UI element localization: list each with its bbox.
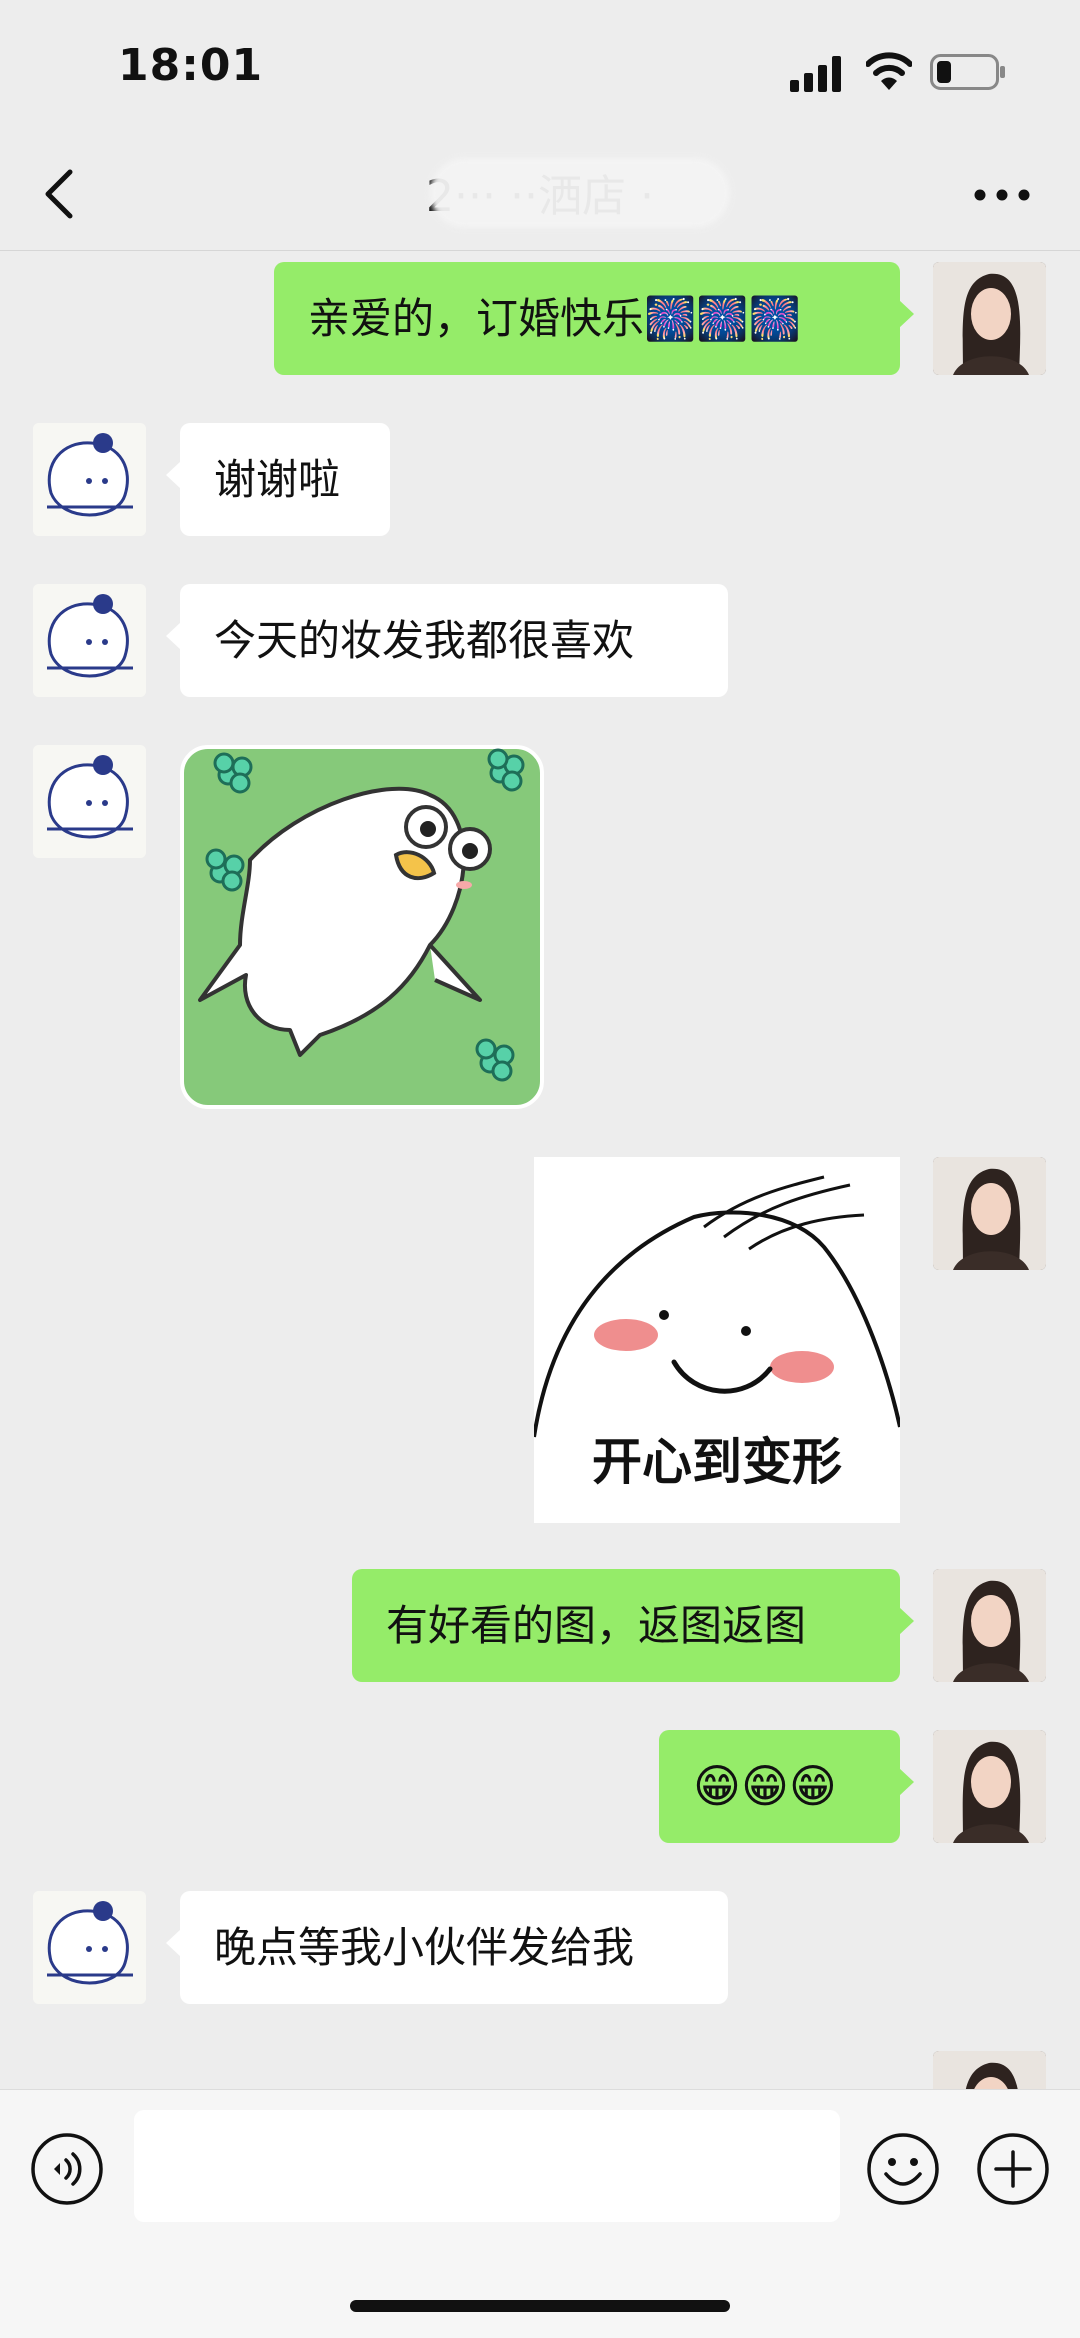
cellular-signal-icon	[790, 56, 841, 92]
message-list[interactable]: 亲爱的，订婚快乐🎆🎆🎆 谢谢啦 今天的妆发我都很喜欢 开心到变形 有好看的图，返…	[0, 251, 1080, 2089]
sticker-caption: 开心到变形	[592, 1433, 842, 1491]
my-avatar[interactable]	[933, 1569, 1046, 1682]
outgoing-message[interactable]: 😁😁😁	[659, 1730, 914, 1843]
battery-icon	[930, 54, 1005, 90]
status-bar: 18:01	[0, 0, 1080, 140]
my-avatar[interactable]	[933, 1730, 1046, 1843]
contact-avatar[interactable]	[33, 423, 146, 536]
wifi-icon	[866, 52, 912, 90]
my-avatar[interactable]	[933, 262, 1046, 375]
incoming-message[interactable]: 谢谢啦	[166, 423, 390, 536]
incoming-message[interactable]: 晚点等我小伙伴发给我	[166, 1891, 728, 2004]
title-redaction	[430, 158, 730, 228]
message-input[interactable]	[134, 2110, 840, 2222]
chat-header: 2··· ··洒店 ·	[0, 140, 1080, 251]
voice-input-icon[interactable]	[30, 2132, 104, 2206]
incoming-message[interactable]: 今天的妆发我都很喜欢	[166, 584, 728, 697]
more-functions-icon[interactable]	[976, 2132, 1050, 2206]
contact-avatar[interactable]	[33, 584, 146, 697]
input-bar	[0, 2089, 1080, 2338]
emoji-icon[interactable]	[866, 2132, 940, 2206]
more-options-icon[interactable]	[972, 170, 1032, 220]
happy-face-sticker[interactable]: 开心到变形	[534, 1157, 900, 1523]
contact-avatar[interactable]	[33, 745, 146, 858]
contact-avatar[interactable]	[33, 1891, 146, 2004]
outgoing-message[interactable]: 有好看的图，返图返图	[352, 1569, 914, 1682]
my-avatar[interactable]	[933, 1157, 1046, 1270]
outgoing-message[interactable]: 亲爱的，订婚快乐🎆🎆🎆	[274, 262, 914, 375]
duck-sticker[interactable]	[180, 745, 544, 1109]
home-indicator	[350, 2300, 730, 2312]
my-avatar[interactable]	[933, 2051, 1046, 2089]
status-time: 18:01	[118, 40, 264, 91]
